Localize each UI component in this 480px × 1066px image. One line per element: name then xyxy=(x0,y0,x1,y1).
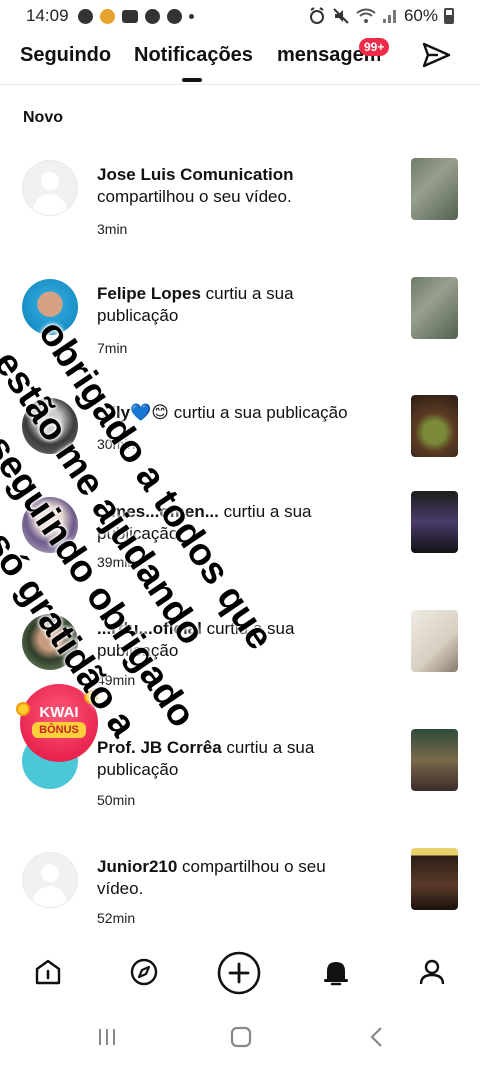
battery-percentage: 60% xyxy=(403,6,438,25)
android-navigation-bar xyxy=(0,1010,480,1066)
notification-action: curtiu a sua xyxy=(201,619,295,638)
notification-item[interactable]: Junior210 compartilhou o seu vídeo. 52mi… xyxy=(0,838,480,948)
notification-time: 39min xyxy=(97,554,136,570)
avatar[interactable] xyxy=(22,398,78,454)
create-icon[interactable] xyxy=(216,950,262,996)
video-thumbnail[interactable] xyxy=(411,848,458,910)
header-divider xyxy=(0,84,480,85)
status-notification-icons xyxy=(77,8,194,24)
tab-notifications[interactable]: Notificações xyxy=(134,44,253,67)
notification-item[interactable]: Jose Luis Comunication compartilhou o se… xyxy=(0,146,480,256)
user-name[interactable]: Prof. JB Corrêa xyxy=(97,738,222,757)
top-tabs: Seguindo Notificações mensagem xyxy=(0,38,480,84)
notification-text: ...mes...omen... curtiu a sua publicação xyxy=(97,501,387,545)
notification-action: curtiu a sua xyxy=(200,284,294,303)
notification-action: curtiu a sua xyxy=(221,738,315,757)
alarm-icon xyxy=(309,7,324,24)
kwai-label: KWAI xyxy=(39,704,79,721)
user-name[interactable]: ...rtlu...oficial xyxy=(97,619,202,638)
bonus-label: BÔNUS xyxy=(32,722,86,738)
notification-action: curtiu a sua publicação xyxy=(168,403,348,422)
user-name[interactable]: ...mes...omen... xyxy=(97,502,219,521)
user-name[interactable]: Junior210 xyxy=(97,857,177,876)
mute-icon xyxy=(333,8,349,24)
notification-time: 49min xyxy=(97,672,136,688)
notification-time: 50min xyxy=(97,792,136,808)
profile-icon[interactable] xyxy=(416,956,448,988)
notification-time: 30min xyxy=(97,436,136,452)
notification-text: ...lly💙😊 curtiu a sua publicação xyxy=(97,402,387,424)
app-notification-icon xyxy=(77,8,93,24)
notification-item[interactable]: Felipe Lopes curtiu a sua publicação 7mi… xyxy=(0,265,480,375)
messages-badge: 99+ xyxy=(359,38,390,56)
back-icon[interactable] xyxy=(366,1025,388,1049)
wifi-icon xyxy=(356,8,376,23)
video-thumbnail[interactable] xyxy=(411,158,458,220)
recent-apps-icon[interactable] xyxy=(96,1026,118,1048)
app-notification-icon xyxy=(99,8,115,24)
user-name[interactable]: Felipe Lopes xyxy=(97,284,201,303)
notification-text: Junior210 compartilhou o seu vídeo. xyxy=(97,856,387,900)
user-name[interactable]: Jose Luis Comunication xyxy=(97,165,293,184)
more-notifications-dot xyxy=(188,13,194,19)
video-thumbnail[interactable] xyxy=(411,277,458,339)
avatar[interactable] xyxy=(22,852,78,908)
chrome-icon xyxy=(166,8,182,24)
chrome-icon xyxy=(144,8,160,24)
explore-icon[interactable] xyxy=(128,956,160,988)
notification-item[interactable]: ...mes...omen... curtiu a sua publicação… xyxy=(0,483,480,593)
avatar[interactable] xyxy=(22,279,78,335)
notification-time: 52min xyxy=(97,910,136,926)
kwai-bonus-button[interactable]: KWAI BÔNUS xyxy=(16,684,98,762)
notification-action-line2: vídeo. xyxy=(97,879,144,898)
status-bar: 14:09 60% xyxy=(0,0,480,32)
section-title: Novo xyxy=(23,109,63,126)
notification-action-line2: publicação xyxy=(97,524,179,543)
video-thumbnail[interactable] xyxy=(411,395,458,457)
home-button-icon[interactable] xyxy=(229,1025,253,1049)
coin-icon xyxy=(84,690,98,704)
tab-following[interactable]: Seguindo xyxy=(20,44,111,67)
notification-item[interactable]: ...lly💙😊 curtiu a sua publicação 30min xyxy=(0,384,480,494)
video-thumbnail[interactable] xyxy=(411,729,458,791)
notification-action-line2: publicação xyxy=(97,306,179,325)
notification-text: Prof. JB Corrêa curtiu a sua publicação xyxy=(97,737,387,781)
notification-text: Felipe Lopes curtiu a sua publicação xyxy=(97,283,387,327)
notifications-icon[interactable] xyxy=(320,956,352,988)
notification-time: 3min xyxy=(97,221,128,237)
video-thumbnail[interactable] xyxy=(411,610,458,672)
bottom-navigation xyxy=(0,944,480,1000)
send-icon[interactable] xyxy=(420,39,452,71)
active-tab-indicator xyxy=(182,78,202,82)
notification-action: curtiu a sua xyxy=(218,502,312,521)
user-name[interactable]: ...lly💙😊 xyxy=(97,403,169,422)
notification-action-line2: publicação xyxy=(97,641,179,660)
video-thumbnail[interactable] xyxy=(411,491,458,553)
avatar[interactable] xyxy=(22,614,78,670)
notification-action-line2: publicação xyxy=(97,760,179,779)
notification-action-line2: compartilhou o seu vídeo. xyxy=(97,187,292,206)
signal-icon xyxy=(382,10,396,23)
app-notification-icon xyxy=(121,9,138,23)
home-icon[interactable] xyxy=(32,956,64,988)
status-time: 14:09 xyxy=(26,6,69,25)
notification-text: ...rtlu...oficial curtiu a sua publicaçã… xyxy=(97,618,387,662)
avatar[interactable] xyxy=(22,160,78,216)
battery-icon xyxy=(444,8,454,24)
avatar[interactable] xyxy=(22,497,78,553)
notification-action: compartilhou o seu xyxy=(177,857,326,876)
notification-time: 7min xyxy=(97,340,128,356)
notification-text: Jose Luis Comunication compartilhou o se… xyxy=(97,164,387,208)
